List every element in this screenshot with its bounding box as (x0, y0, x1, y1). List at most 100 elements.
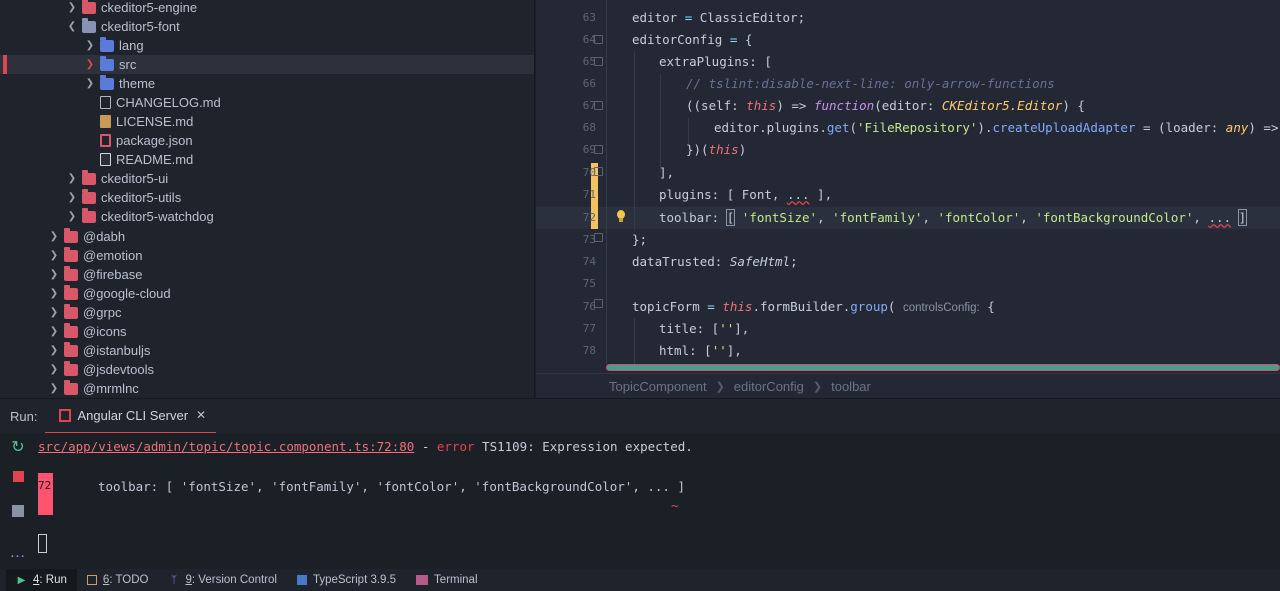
tool-window-terminal[interactable]: Terminal (406, 569, 487, 591)
tree-item-theme[interactable]: ❯ theme (0, 74, 534, 93)
error-line-number: 72 (38, 473, 53, 515)
chevron-right-icon[interactable]: ❯ (46, 267, 62, 283)
tree-item-ckeditor5-utils[interactable]: ❯ ckeditor5-utils (0, 188, 534, 207)
stop-icon[interactable] (10, 468, 26, 484)
tree-item-icons[interactable]: ❯ @icons (0, 322, 534, 341)
indent-guide (606, 0, 607, 364)
line-number: 65 (582, 55, 596, 68)
tree-item-readme[interactable]: README.md (0, 150, 534, 169)
chevron-right-icon[interactable]: ❯ (46, 286, 62, 302)
chevron-right-icon[interactable]: ❯ (46, 324, 62, 340)
breadcrumb-item[interactable]: toolbar (831, 379, 871, 394)
chevron-right-icon[interactable]: ❯ (46, 362, 62, 378)
tree-item-istanbuljs[interactable]: ❯ @istanbuljs (0, 341, 534, 360)
tab-angular-cli-server[interactable]: Angular CLI Server ✕ (45, 399, 217, 434)
code-line-69[interactable]: })(this) (686, 139, 746, 161)
chevron-right-icon[interactable]: ❯ (64, 190, 80, 206)
more-icon[interactable]: … (10, 544, 26, 561)
tree-item-label: README.md (116, 152, 194, 167)
close-icon[interactable]: ✕ (196, 408, 206, 422)
chevron-right-icon[interactable]: ❯ (64, 171, 80, 187)
dump-threads-icon[interactable] (10, 503, 26, 519)
chevron-right-icon[interactable]: ❯ (82, 57, 98, 73)
tree-item-src[interactable]: ❯ src (0, 55, 534, 74)
tool-window-version-control[interactable]: ᛉ 9: Version Control (159, 569, 287, 591)
tree-item-mrmlnc[interactable]: ❯ @mrmlnc (0, 379, 534, 398)
line-number: 64 (582, 33, 596, 46)
tree-item-label: @istanbuljs (83, 343, 151, 358)
code-line-68[interactable]: editor.plugins.get('FileRepository').cre… (714, 117, 1280, 139)
chevron-right-icon[interactable]: ❯ (46, 305, 62, 321)
tree-item-ckeditor5-engine[interactable]: ❯ ckeditor5-engine (0, 0, 534, 17)
chevron-right-icon[interactable]: ❯ (46, 229, 62, 245)
chevron-right-icon[interactable]: ❯ (64, 209, 80, 225)
error-squiggle: ~ (671, 499, 679, 514)
line-number: 78 (582, 344, 596, 357)
lang-folder-icon (100, 36, 114, 52)
code-line-64[interactable]: editorConfig = { (632, 29, 752, 51)
code-line-78[interactable]: html: [''], (659, 340, 742, 362)
code-line-63[interactable]: editor = ClassicEditor; (632, 7, 805, 29)
tree-item-emotion[interactable]: ❯ @emotion (0, 246, 534, 265)
tree-item-label: @grpc (83, 305, 122, 320)
tree-item-ckeditor5-ui[interactable]: ❯ ckeditor5-ui (0, 169, 534, 188)
tree-item-ckeditor5-watchdog[interactable]: ❯ ckeditor5-watchdog (0, 207, 534, 226)
tool-window-todo[interactable]: 6: TODO (77, 569, 159, 591)
run-label: Run: (10, 408, 38, 424)
tree-item-ckeditor5-font[interactable]: ❮ ckeditor5-font (0, 17, 534, 36)
tree-item-label: ckeditor5-engine (101, 0, 198, 15)
code-line-70[interactable]: ], (659, 162, 674, 184)
tree-item-lang[interactable]: ❯ lang (0, 36, 534, 55)
code-editor[interactable]: 63 64 65 66 67 68 69 70 71 72 73 74 75 7… (536, 0, 1280, 398)
breadcrumb-item[interactable]: editorConfig (734, 379, 804, 394)
chevron-down-icon[interactable]: ❮ (64, 19, 80, 35)
chevron-right-icon[interactable]: ❯ (46, 343, 62, 359)
indent-guide (660, 74, 661, 172)
folder-icon (64, 227, 78, 243)
chevron-right-icon[interactable]: ❯ (64, 0, 80, 16)
branch-icon: ᛉ (171, 574, 178, 586)
tree-item-license[interactable]: LICENSE.md (0, 112, 534, 131)
tree-item-package-json[interactable]: package.json (0, 131, 534, 150)
code-line-67[interactable]: ((self: this) => function(editor: CKEdit… (686, 95, 1085, 117)
horizontal-scrollbar[interactable] (606, 364, 1280, 371)
tree-item-label: ckeditor5-utils (101, 190, 182, 205)
code-line-74[interactable]: dataTrusted: SafeHtml; (632, 251, 798, 273)
code-line-77[interactable]: title: [''], (659, 318, 749, 340)
chevron-right-icon: ❯ (715, 380, 725, 393)
lightbulb-icon[interactable] (613, 208, 629, 226)
code-line-66[interactable]: // tslint:disable-next-line: only-arrow-… (686, 73, 1055, 95)
tree-item-grpc[interactable]: ❯ @grpc (0, 303, 534, 322)
chevron-right-icon[interactable]: ❯ (46, 248, 62, 264)
folder-icon (82, 17, 96, 33)
tool-window-typescript[interactable]: TypeScript 3.9.5 (287, 569, 406, 591)
tree-item-changelog[interactable]: CHANGELOG.md (0, 93, 534, 112)
folder-icon (64, 379, 78, 395)
breadcrumb-item[interactable]: TopicComponent (609, 379, 707, 394)
chevron-right-icon[interactable]: ❯ (82, 38, 98, 54)
rerun-icon[interactable]: ↻ (10, 439, 26, 456)
run-console[interactable]: ↻ … src/app/views/admin/topic/topic.comp… (0, 433, 1280, 569)
tree-item-jsdevtools[interactable]: ❯ @jsdevtools (0, 360, 534, 379)
play-icon: ▶ (17, 574, 26, 586)
line-number: 74 (582, 255, 596, 268)
tree-item-label: ckeditor5-ui (101, 171, 169, 186)
code-line-76[interactable]: topicForm = this.formBuilder.group( cont… (632, 296, 995, 318)
code-line-65[interactable]: extraPlugins: [ (659, 51, 772, 73)
code-line-72[interactable]: toolbar: [ 'fontSize', 'fontFamily', 'fo… (659, 207, 1248, 229)
folder-icon (82, 207, 96, 223)
tree-item-label: LICENSE.md (116, 114, 194, 129)
tool-window-bar: ▶ 4: Run 6: TODO ᛉ 9: Version Control Ty… (0, 569, 1280, 591)
console-cursor[interactable] (38, 534, 47, 553)
code-line-73[interactable]: }; (632, 229, 647, 251)
line-number: 77 (582, 322, 596, 335)
tree-item-firebase[interactable]: ❯ @firebase (0, 265, 534, 284)
chevron-right-icon[interactable]: ❯ (46, 381, 62, 397)
code-line-71[interactable]: plugins: [ Font, ... ], (659, 184, 832, 206)
tree-item-google-cloud[interactable]: ❯ @google-cloud (0, 284, 534, 303)
folder-icon (64, 284, 78, 300)
chevron-right-icon[interactable]: ❯ (82, 76, 98, 92)
error-file-link[interactable]: src/app/views/admin/topic/topic.componen… (38, 439, 414, 454)
tool-window-run[interactable]: ▶ 4: Run (6, 569, 77, 591)
tree-item-dabh[interactable]: ❯ @dabh (0, 227, 534, 246)
